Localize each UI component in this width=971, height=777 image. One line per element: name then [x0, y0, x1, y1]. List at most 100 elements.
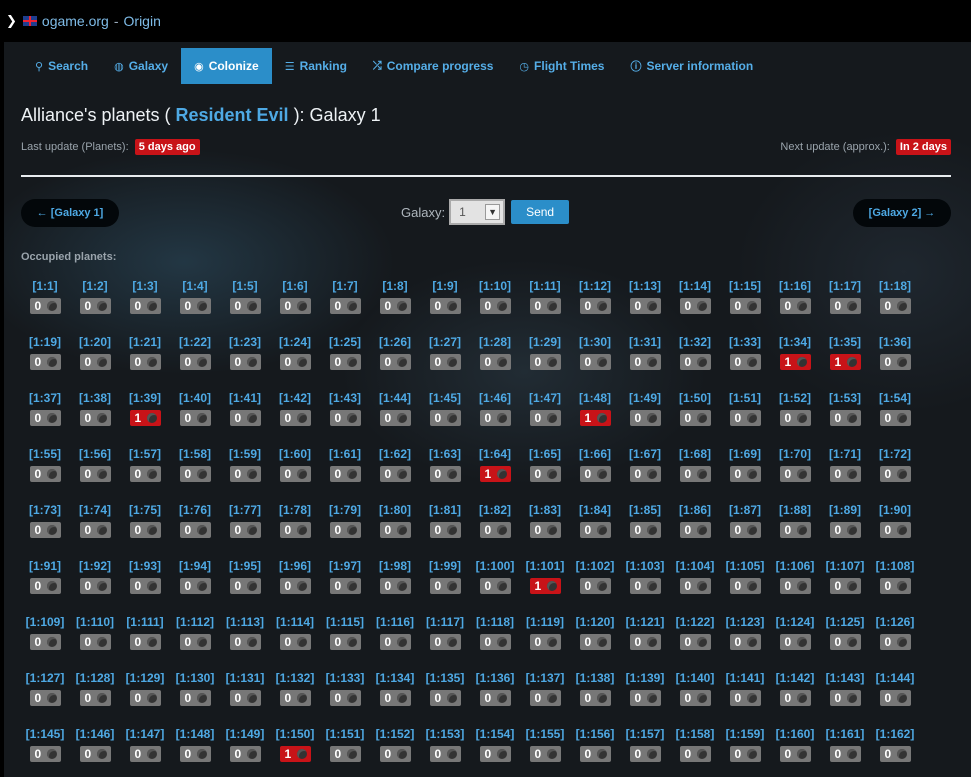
system-link[interactable]: [1:128] [70, 670, 120, 686]
system-link[interactable]: [1:17] [820, 278, 870, 294]
system-link[interactable]: [1:116] [370, 614, 420, 630]
system-link[interactable]: [1:111] [120, 614, 170, 630]
system-link[interactable]: [1:141] [720, 670, 770, 686]
system-link[interactable]: [1:24] [270, 334, 320, 350]
system-link[interactable]: [1:92] [70, 558, 120, 574]
system-link[interactable]: [1:35] [820, 334, 870, 350]
system-link[interactable]: [1:48] [570, 390, 620, 406]
system-link[interactable]: [1:22] [170, 334, 220, 350]
system-link[interactable]: [1:18] [870, 278, 920, 294]
system-link[interactable]: [1:153] [420, 726, 470, 742]
system-link[interactable]: [1:69] [720, 446, 770, 462]
system-link[interactable]: [1:151] [320, 726, 370, 742]
system-link[interactable]: [1:122] [670, 614, 720, 630]
system-link[interactable]: [1:97] [320, 558, 370, 574]
system-link[interactable]: [1:13] [620, 278, 670, 294]
system-link[interactable]: [1:91] [20, 558, 70, 574]
tab-ranking[interactable]: ☰ Ranking [272, 48, 360, 84]
system-link[interactable]: [1:162] [870, 726, 920, 742]
system-link[interactable]: [1:159] [720, 726, 770, 742]
tab-colonize[interactable]: ◉ Colonize [181, 48, 272, 84]
system-link[interactable]: [1:125] [820, 614, 870, 630]
system-link[interactable]: [1:120] [570, 614, 620, 630]
system-link[interactable]: [1:1] [20, 278, 70, 294]
system-link[interactable]: [1:89] [820, 502, 870, 518]
system-link[interactable]: [1:7] [320, 278, 370, 294]
system-link[interactable]: [1:20] [70, 334, 120, 350]
system-link[interactable]: [1:144] [870, 670, 920, 686]
system-link[interactable]: [1:50] [670, 390, 720, 406]
system-link[interactable]: [1:11] [520, 278, 570, 294]
system-link[interactable]: [1:73] [20, 502, 70, 518]
system-link[interactable]: [1:87] [720, 502, 770, 518]
system-link[interactable]: [1:74] [70, 502, 120, 518]
system-link[interactable]: [1:45] [420, 390, 470, 406]
system-link[interactable]: [1:3] [120, 278, 170, 294]
system-link[interactable]: [1:51] [720, 390, 770, 406]
system-link[interactable]: [1:78] [270, 502, 320, 518]
system-link[interactable]: [1:98] [370, 558, 420, 574]
system-link[interactable]: [1:94] [170, 558, 220, 574]
system-link[interactable]: [1:95] [220, 558, 270, 574]
system-link[interactable]: [1:96] [270, 558, 320, 574]
tab-server-information[interactable]: ⓘ Server information [617, 48, 766, 84]
system-link[interactable]: [1:14] [670, 278, 720, 294]
system-link[interactable]: [1:160] [770, 726, 820, 742]
tab-galaxy[interactable]: ◍ Galaxy [101, 48, 181, 84]
system-link[interactable]: [1:82] [470, 502, 520, 518]
system-link[interactable]: [1:47] [520, 390, 570, 406]
system-link[interactable]: [1:59] [220, 446, 270, 462]
system-link[interactable]: [1:71] [820, 446, 870, 462]
system-link[interactable]: [1:12] [570, 278, 620, 294]
system-link[interactable]: [1:93] [120, 558, 170, 574]
system-link[interactable]: [1:158] [670, 726, 720, 742]
system-link[interactable]: [1:131] [220, 670, 270, 686]
server-site[interactable]: ogame.org [42, 13, 109, 29]
system-link[interactable]: [1:108] [870, 558, 920, 574]
system-link[interactable]: [1:64] [470, 446, 520, 462]
system-link[interactable]: [1:150] [270, 726, 320, 742]
system-link[interactable]: [1:119] [520, 614, 570, 630]
system-link[interactable]: [1:31] [620, 334, 670, 350]
system-link[interactable]: [1:57] [120, 446, 170, 462]
system-link[interactable]: [1:134] [370, 670, 420, 686]
next-galaxy-button[interactable]: [Galaxy 2] → [853, 199, 951, 227]
system-link[interactable]: [1:21] [120, 334, 170, 350]
tab-search[interactable]: ⚲ Search [22, 48, 101, 84]
system-link[interactable]: [1:107] [820, 558, 870, 574]
system-link[interactable]: [1:70] [770, 446, 820, 462]
system-link[interactable]: [1:127] [20, 670, 70, 686]
alliance-link[interactable]: Resident Evil [176, 105, 289, 125]
system-link[interactable]: [1:68] [670, 446, 720, 462]
system-link[interactable]: [1:8] [370, 278, 420, 294]
chevron-down-icon[interactable]: ▼ [485, 204, 501, 220]
system-link[interactable]: [1:29] [520, 334, 570, 350]
system-link[interactable]: [1:58] [170, 446, 220, 462]
system-link[interactable]: [1:30] [570, 334, 620, 350]
system-link[interactable]: [1:80] [370, 502, 420, 518]
system-link[interactable]: [1:126] [870, 614, 920, 630]
system-link[interactable]: [1:142] [770, 670, 820, 686]
system-link[interactable]: [1:143] [820, 670, 870, 686]
system-link[interactable]: [1:102] [570, 558, 620, 574]
system-link[interactable]: [1:44] [370, 390, 420, 406]
system-link[interactable]: [1:152] [370, 726, 420, 742]
system-link[interactable]: [1:49] [620, 390, 670, 406]
system-link[interactable]: [1:5] [220, 278, 270, 294]
system-link[interactable]: [1:124] [770, 614, 820, 630]
system-link[interactable]: [1:34] [770, 334, 820, 350]
system-link[interactable]: [1:161] [820, 726, 870, 742]
send-button[interactable]: Send [511, 200, 570, 224]
system-link[interactable]: [1:156] [570, 726, 620, 742]
system-link[interactable]: [1:61] [320, 446, 370, 462]
system-link[interactable]: [1:40] [170, 390, 220, 406]
system-link[interactable]: [1:60] [270, 446, 320, 462]
system-link[interactable]: [1:137] [520, 670, 570, 686]
system-link[interactable]: [1:43] [320, 390, 370, 406]
system-link[interactable]: [1:46] [470, 390, 520, 406]
system-link[interactable]: [1:100] [470, 558, 520, 574]
system-link[interactable]: [1:83] [520, 502, 570, 518]
system-link[interactable]: [1:85] [620, 502, 670, 518]
system-link[interactable]: [1:42] [270, 390, 320, 406]
system-link[interactable]: [1:88] [770, 502, 820, 518]
